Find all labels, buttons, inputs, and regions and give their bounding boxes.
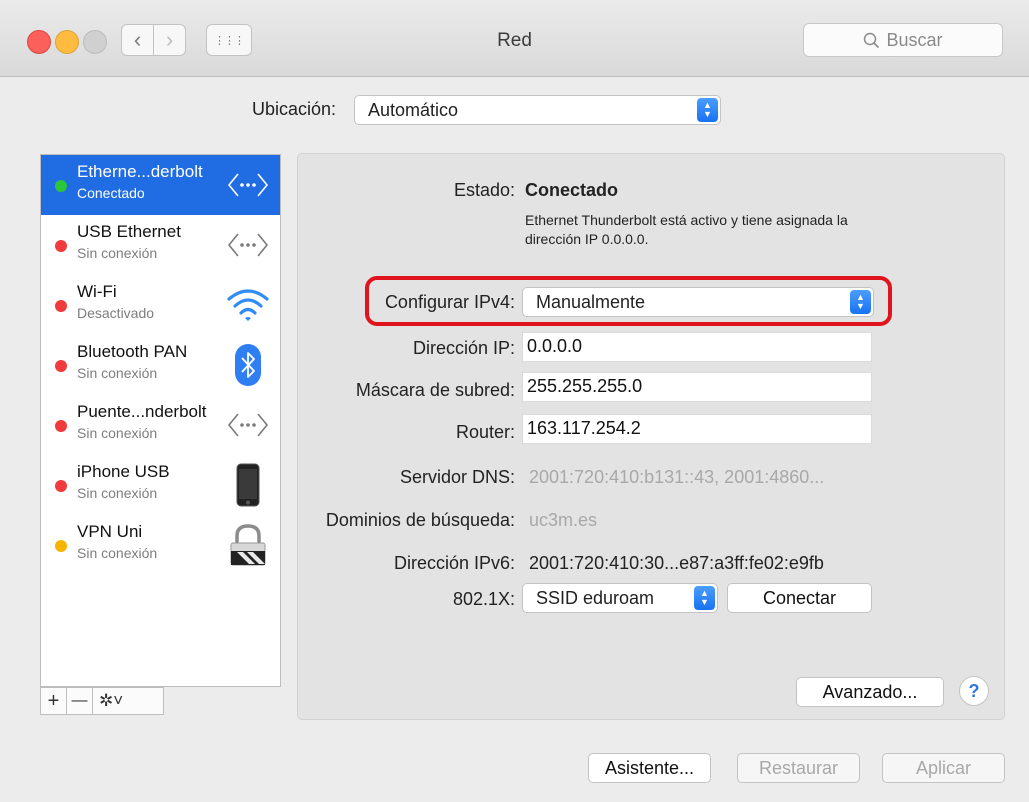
service-status: Sin conexión — [77, 425, 158, 441]
service-name: USB Ethernet — [77, 222, 181, 241]
dns-server-label: Servidor DNS: — [399, 467, 515, 487]
search-domains-label: Dominios de búsqueda: — [325, 510, 515, 530]
remove-service-button[interactable]: — — [67, 688, 93, 714]
ipv6-address-label: Dirección IPv6: — [393, 553, 515, 573]
subnet-mask-field[interactable]: 255.255.255.0 — [522, 372, 872, 402]
service-status: Desactivado — [77, 305, 155, 321]
ipv6-address-value: 2001:720:410:30...e87:a3ff:fe02:e9fb — [529, 553, 824, 573]
dot1x-label: 802.1X: — [452, 589, 515, 609]
iphone-icon — [226, 463, 270, 507]
title-bar: ‹ › ⋮⋮⋮ Red Buscar — [0, 0, 1029, 77]
service-item-iphone-usb[interactable]: iPhone USB Sin conexión — [41, 455, 280, 515]
service-status: Sin conexión — [77, 365, 158, 381]
service-name: Bluetooth PAN — [77, 342, 188, 361]
service-status: Sin conexión — [77, 245, 158, 261]
service-actions-menu[interactable]: ✲˅ — [93, 688, 163, 714]
minus-icon: — — [71, 692, 88, 709]
subnet-mask-label: Máscara de subred: — [355, 380, 515, 400]
assistant-button[interactable]: Asistente... — [588, 753, 711, 783]
service-name: Etherne...derbolt — [77, 162, 203, 181]
location-value: Automático — [368, 99, 459, 120]
service-name: Wi-Fi — [77, 282, 117, 301]
service-status: Sin conexión — [77, 485, 158, 501]
status-dot — [55, 540, 67, 552]
apply-button[interactable]: Aplicar — [882, 753, 1005, 783]
status-dot — [55, 180, 67, 192]
service-name: Puente...nderbolt — [77, 402, 207, 421]
location-label: Ubicación: — [252, 99, 337, 119]
service-item-usb-ethernet[interactable]: USB Ethernet Sin conexión — [41, 215, 280, 275]
popup-arrows-icon: ▲ ▼ — [694, 586, 715, 610]
search-placeholder: Buscar — [886, 29, 943, 50]
status-dot — [55, 480, 67, 492]
service-item-ethernet-thunderbolt[interactable]: Etherne...derbolt Conectado — [41, 155, 280, 215]
dot1x-popup[interactable]: SSID eduroam ▲ ▼ — [522, 583, 718, 613]
service-name: iPhone USB — [77, 462, 170, 481]
service-item-bluetooth-pan[interactable]: Bluetooth PAN Sin conexión — [41, 335, 280, 395]
gear-icon: ✲˅ — [99, 691, 124, 710]
revert-button[interactable]: Restaurar — [737, 753, 860, 783]
status-description-line1: Ethernet Thunderbolt está activo y tiene… — [525, 212, 848, 228]
status-dot — [55, 360, 67, 372]
plus-icon: + — [47, 689, 60, 712]
router-label: Router: — [455, 422, 515, 442]
service-item-thunderbolt-bridge[interactable]: Puente...nderbolt Sin conexión — [41, 395, 280, 455]
service-name: VPN Uni — [77, 522, 143, 541]
search-field[interactable]: Buscar — [803, 23, 1003, 57]
vpn-lock-icon — [226, 523, 270, 567]
ethernet-icon — [226, 163, 270, 207]
configure-ipv4-value: Manualmente — [536, 291, 646, 312]
status-label: Estado: — [453, 180, 515, 200]
status-dot — [55, 240, 67, 252]
configure-ipv4-popup[interactable]: Manualmente ▲ ▼ — [522, 287, 874, 317]
status-dot — [55, 300, 67, 312]
status-value: Conectado — [525, 180, 619, 200]
ethernet-icon — [226, 403, 270, 447]
search-domains-value: uc3m.es — [529, 510, 598, 530]
dns-server-value: 2001:720:410:b131::43, 2001:4860... — [529, 467, 825, 487]
bluetooth-icon — [226, 343, 270, 387]
service-toolbar: + — ✲˅ — [40, 687, 164, 715]
ip-address-field[interactable]: 0.0.0.0 — [522, 332, 872, 362]
popup-arrows-icon: ▲ ▼ — [850, 290, 871, 314]
wifi-icon — [226, 283, 270, 327]
status-description-line2: dirección IP 0.0.0.0. — [525, 231, 649, 247]
service-list[interactable]: Etherne...derbolt Conectado USB Ethernet… — [40, 154, 281, 687]
service-status: Conectado — [77, 185, 145, 201]
dot1x-value: SSID eduroam — [536, 587, 655, 608]
advanced-button[interactable]: Avanzado... — [796, 677, 944, 707]
service-item-wifi[interactable]: Wi-Fi Desactivado — [41, 275, 280, 335]
location-popup[interactable]: Automático ▲ ▼ — [354, 95, 721, 125]
service-status: Sin conexión — [77, 545, 158, 561]
service-item-vpn-uni[interactable]: VPN Uni Sin conexión — [41, 515, 280, 575]
status-dot — [55, 420, 67, 432]
search-icon — [864, 32, 880, 48]
help-button[interactable]: ? — [959, 676, 989, 706]
ethernet-icon — [226, 223, 270, 267]
configure-ipv4-label: Configurar IPv4: — [384, 292, 515, 312]
popup-arrows-icon: ▲ ▼ — [697, 98, 718, 122]
ip-address-label: Dirección IP: — [412, 338, 515, 358]
connect-button[interactable]: Conectar — [727, 583, 872, 613]
router-field[interactable]: 163.117.254.2 — [522, 414, 872, 444]
add-service-button[interactable]: + — [41, 688, 67, 714]
